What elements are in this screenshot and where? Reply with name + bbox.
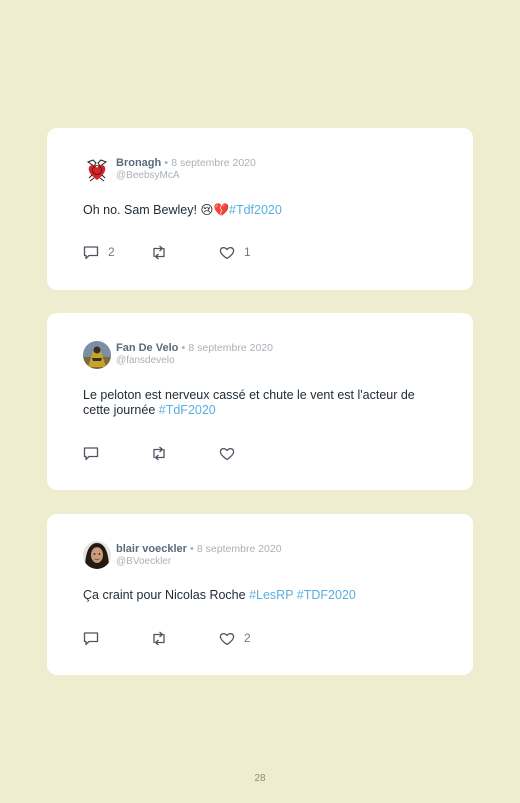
tweet-actions: 2 1 [83,244,283,260]
tweet-text: Ça craint pour Nicolas Roche #LesRP #TDF… [83,588,443,603]
tweet-body: Oh no. Sam Bewley! 😢💔 [83,203,230,217]
retweet-icon [150,631,168,646]
avatar[interactable] [83,156,111,184]
avatar[interactable] [83,341,111,369]
separator-dot: • [190,543,194,555]
like-icon [219,245,235,260]
reply-button[interactable] [83,445,99,461]
tweet-meta: Bronagh • 8 septembre 2020 @BeebsyMcA [116,157,256,182]
tweet-body-line-2: cette journée #TdF2020 [83,403,443,418]
tweet-card: Fan De Velo • 8 septembre 2020 @fansdeve… [47,313,473,490]
tweet-card: Bronagh • 8 septembre 2020 @BeebsyMcA Oh… [47,128,473,290]
like-button[interactable]: 1 [219,244,251,260]
like-icon [219,631,235,646]
tweet-body-line-1: Le peloton est nerveux cassé et chute le… [83,388,415,402]
like-icon [219,446,235,461]
author-handle[interactable]: @fansdevelo [116,355,273,367]
retweet-button[interactable] [150,445,168,461]
reply-icon [83,446,99,461]
tweet-date[interactable]: 8 septembre 2020 [197,543,282,555]
tweet-date[interactable]: 8 septembre 2020 [171,157,256,169]
tweet-meta: blair voeckler • 8 septembre 2020 @BVoec… [116,543,282,568]
hashtag[interactable]: #LesRP [249,588,293,602]
retweet-icon [150,245,168,260]
tweet-text: Le peloton est nerveux cassé et chute le… [83,388,443,418]
like-button[interactable] [219,445,235,461]
tweet-actions [83,445,283,461]
reply-count: 2 [108,245,115,259]
like-count: 1 [244,245,251,259]
hashtag[interactable]: #TdF2020 [159,403,216,417]
author-handle[interactable]: @BVoeckler [116,556,282,568]
retweet-button[interactable] [150,244,168,260]
author-handle[interactable]: @BeebsyMcA [116,170,256,182]
reply-button[interactable] [83,630,99,646]
tweet-actions: 2 [83,630,283,646]
author-name[interactable]: Fan De Velo [116,342,178,354]
like-button[interactable]: 2 [219,630,251,646]
tweet-date[interactable]: 8 septembre 2020 [188,342,273,354]
separator-dot: • [164,157,169,169]
retweet-button[interactable] [150,630,168,646]
reply-button[interactable]: 2 [83,244,115,260]
tweet-meta: Fan De Velo • 8 septembre 2020 @fansdeve… [116,342,273,367]
reply-icon [83,245,99,260]
reply-icon [83,631,99,646]
separator-dot: • [181,342,186,354]
author-name[interactable]: Bronagh [116,157,161,169]
like-count: 2 [244,631,251,645]
tweet-body: Ça craint pour Nicolas Roche [83,588,246,602]
hashtag[interactable]: #TDF2020 [297,588,356,602]
page-number: 28 [254,773,266,784]
tweet-body: cette journée [83,403,156,417]
retweet-icon [150,446,168,461]
author-name[interactable]: blair voeckler [116,543,187,555]
tweet-text: Oh no. Sam Bewley! 😢💔#Tdf2020 [83,203,443,218]
avatar[interactable] [83,541,111,569]
tweet-card: blair voeckler • 8 septembre 2020 @BVoec… [47,514,473,675]
hashtag[interactable]: #Tdf2020 [229,203,282,217]
